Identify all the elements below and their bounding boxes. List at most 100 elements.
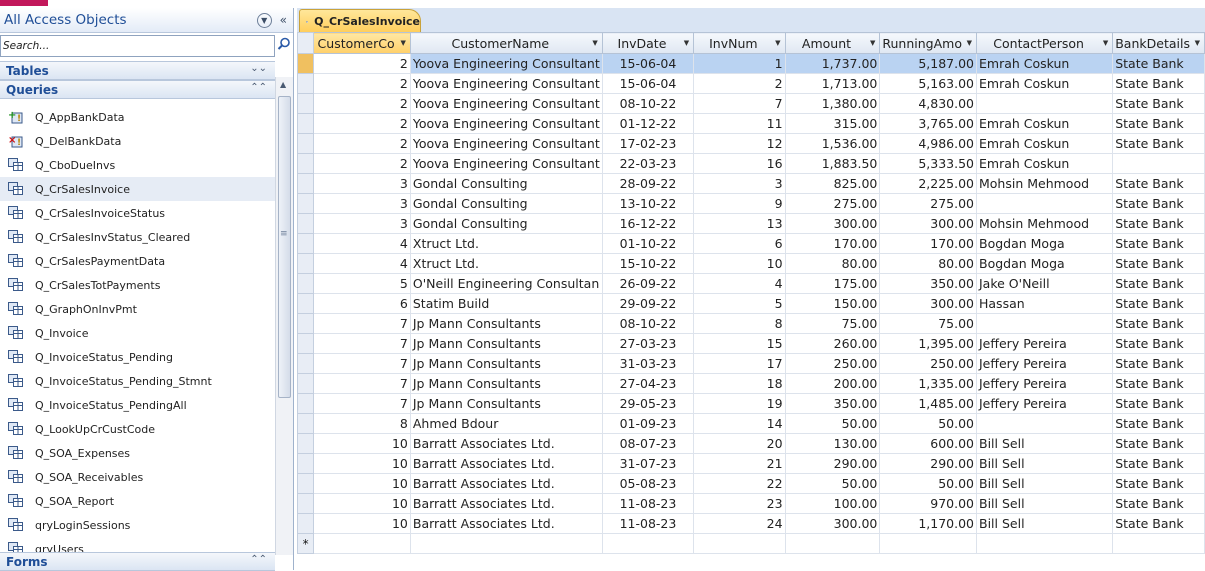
table-cell[interactable]: 15-06-04 — [601, 53, 695, 74]
table-cell[interactable]: 18 — [693, 373, 786, 394]
table-cell[interactable]: Bill Sell — [975, 473, 1114, 494]
table-cell[interactable]: 14 — [693, 413, 786, 434]
table-cell[interactable]: 7 — [693, 93, 786, 114]
record-selector[interactable] — [297, 73, 315, 94]
record-selector[interactable] — [297, 93, 315, 114]
record-selector[interactable] — [297, 253, 315, 274]
table-cell[interactable]: 250.00 — [784, 353, 881, 374]
table-row[interactable]: 2 Yoova Engineering Consultant 01-12-22 11 3… — [297, 113, 1205, 134]
table-cell[interactable]: 300.00 — [879, 213, 977, 234]
filter-dropdown-icon[interactable]: ▼ — [592, 39, 597, 47]
table-cell[interactable]: Barratt Associates Ltd. — [409, 453, 603, 474]
table-cell[interactable]: 150.00 — [784, 293, 881, 314]
table-cell[interactable]: Yoova Engineering Consultant — [409, 93, 603, 114]
table-cell[interactable]: 300.00 — [784, 213, 881, 234]
table-cell[interactable]: 275.00 — [784, 193, 881, 214]
nav-item-query[interactable]: qryLoginSessions — [0, 513, 275, 537]
table-cell[interactable]: 29-09-22 — [601, 293, 695, 314]
table-cell[interactable]: Bogdan Moga — [975, 233, 1114, 254]
table-cell[interactable]: 600.00 — [879, 433, 977, 454]
table-cell[interactable]: 27-03-23 — [601, 333, 695, 354]
table-cell[interactable]: Hassan — [975, 293, 1114, 314]
table-cell[interactable]: 1,883.50 — [784, 153, 881, 174]
table-cell[interactable]: 7 — [313, 353, 411, 374]
table-cell[interactable]: 3 — [313, 173, 411, 194]
table-row[interactable]: 5 O'Neill Engineering Consultan 26-09-22 4 1… — [297, 273, 1205, 294]
table-cell[interactable]: 4,986.00 — [879, 133, 977, 154]
table-cell[interactable]: 10 — [313, 433, 411, 454]
table-cell[interactable]: 290.00 — [879, 453, 977, 474]
record-selector[interactable] — [297, 293, 315, 314]
table-cell[interactable]: 2 — [313, 153, 411, 174]
table-cell[interactable]: 200.00 — [784, 373, 881, 394]
table-cell[interactable]: 24 — [693, 513, 786, 534]
table-cell[interactable]: 8 — [693, 313, 786, 334]
table-cell[interactable]: 5,333.50 — [879, 153, 977, 174]
filter-dropdown-icon[interactable]: ▼ — [400, 39, 405, 47]
table-cell[interactable]: Bogdan Moga — [975, 253, 1114, 274]
table-cell[interactable]: 9 — [693, 193, 786, 214]
table-cell[interactable]: 250.00 — [879, 353, 977, 374]
table-cell[interactable] — [693, 533, 786, 554]
table-cell[interactable]: Emrah Coskun — [975, 113, 1114, 134]
table-cell[interactable]: Bill Sell — [975, 513, 1114, 534]
table-cell[interactable]: 31-07-23 — [601, 453, 695, 474]
new-record-icon[interactable]: * — [297, 533, 315, 554]
table-cell[interactable]: State Bank — [1112, 253, 1205, 274]
table-cell[interactable]: Yoova Engineering Consultant — [409, 53, 603, 74]
record-selector[interactable] — [297, 233, 315, 254]
table-cell[interactable]: 13-10-22 — [601, 193, 695, 214]
table-cell[interactable]: 175.00 — [784, 273, 881, 294]
table-cell[interactable]: 1,737.00 — [784, 53, 881, 74]
table-cell[interactable]: 6 — [693, 233, 786, 254]
table-row[interactable]: 10 Barratt Associates Ltd. 11-08-23 24 300.0… — [297, 513, 1205, 534]
table-cell[interactable]: 4,830.00 — [879, 93, 977, 114]
table-cell[interactable]: 170.00 — [784, 233, 881, 254]
shutter-bar-close-icon[interactable]: « — [280, 13, 287, 27]
table-cell[interactable]: Ahmed Bdour — [409, 413, 603, 434]
chevron-down-icon[interactable]: ▼ — [256, 12, 272, 28]
search-input[interactable]: Search... — [0, 35, 290, 57]
table-cell[interactable]: 350.00 — [879, 273, 977, 294]
table-row[interactable]: 7 Jp Mann Consultants 29-05-23 19 350.00 1,48… — [297, 393, 1205, 414]
record-selector[interactable] — [297, 473, 315, 494]
table-cell[interactable] — [601, 533, 695, 554]
nav-item-query[interactable]: Q_SOA_Receivables — [0, 465, 275, 489]
table-cell[interactable]: Emrah Coskun — [975, 53, 1114, 74]
table-cell[interactable]: 1,335.00 — [879, 373, 977, 394]
record-selector[interactable] — [297, 193, 315, 214]
nav-item-query[interactable]: Q_CrSalesInvoice — [0, 177, 275, 201]
table-cell[interactable]: 80.00 — [784, 253, 881, 274]
table-cell[interactable]: 50.00 — [784, 413, 881, 434]
record-selector[interactable] — [297, 353, 315, 374]
table-cell[interactable]: 100.00 — [784, 493, 881, 514]
table-cell[interactable]: Bill Sell — [975, 453, 1114, 474]
table-cell[interactable]: State Bank — [1112, 413, 1205, 434]
table-cell[interactable]: Emrah Coskun — [975, 133, 1114, 154]
table-cell[interactable]: State Bank — [1112, 193, 1205, 214]
table-cell[interactable]: 10 — [313, 453, 411, 474]
nav-item-query[interactable]: Q_SOA_Report — [0, 489, 275, 513]
table-row[interactable]: 7 Jp Mann Consultants 27-04-23 18 200.00 1,33… — [297, 373, 1205, 394]
table-cell[interactable]: O'Neill Engineering Consultan — [409, 273, 603, 294]
table-cell[interactable]: State Bank — [1112, 333, 1205, 354]
table-cell[interactable]: Jp Mann Consultants — [409, 393, 603, 414]
nav-item-query[interactable]: +! Q_AppBankData — [0, 105, 275, 129]
table-cell[interactable]: 1,713.00 — [784, 73, 881, 94]
new-record-row[interactable]: * — [297, 533, 1205, 554]
table-cell[interactable] — [1112, 533, 1205, 554]
table-cell[interactable] — [784, 533, 881, 554]
table-cell[interactable]: Yoova Engineering Consultant — [409, 133, 603, 154]
table-cell[interactable]: 28-09-22 — [601, 173, 695, 194]
table-cell[interactable]: 3 — [313, 213, 411, 234]
table-cell[interactable]: 08-10-22 — [601, 313, 695, 334]
search-icon[interactable] — [277, 37, 291, 51]
table-cell[interactable]: 11-08-23 — [601, 513, 695, 534]
table-cell[interactable]: State Bank — [1112, 113, 1205, 134]
table-cell[interactable]: Bill Sell — [975, 493, 1114, 514]
table-cell[interactable]: 290.00 — [784, 453, 881, 474]
table-cell[interactable]: 23 — [693, 493, 786, 514]
filter-dropdown-icon[interactable]: ▼ — [684, 39, 689, 47]
table-row[interactable]: 4 Xtruct Ltd. 01-10-22 6 170.00 170.00 Bogdan … — [297, 233, 1205, 254]
table-cell[interactable]: 16-12-22 — [601, 213, 695, 234]
